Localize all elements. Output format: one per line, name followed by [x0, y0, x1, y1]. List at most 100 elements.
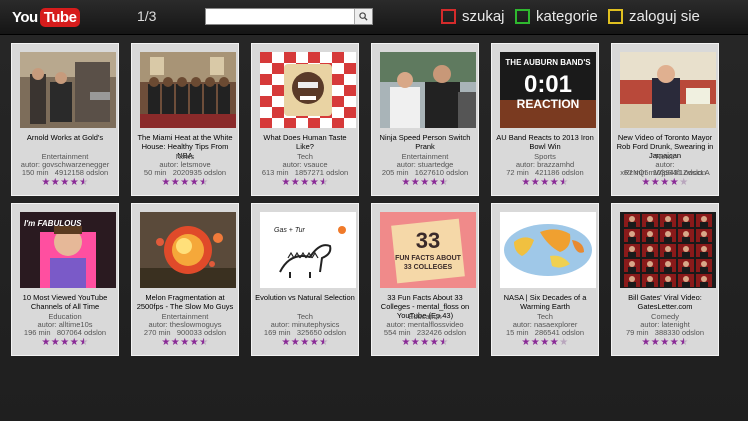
- video-duration: 72: [506, 168, 515, 177]
- video-thumbnail[interactable]: I'm FABULOUS: [20, 212, 116, 288]
- logo-tube: Tube: [39, 7, 81, 27]
- rating-stars: ★★★★★★: [41, 177, 89, 188]
- video-views: 286541: [534, 328, 560, 337]
- video-thumbnail[interactable]: THE AUBURN BAND'S 0:01 REACTION: [500, 52, 596, 128]
- yellow-key-icon: [608, 9, 623, 24]
- video-views: 807064: [56, 328, 82, 337]
- page-indicator: 1/3: [137, 8, 157, 24]
- rating-stars: ★★★★★: [641, 177, 689, 188]
- video-card[interactable]: What Does Human Taste Like? Tech autor: …: [251, 43, 359, 196]
- rating-stars: ★★★★★★: [161, 337, 209, 348]
- duration-unit: min: [36, 328, 51, 337]
- duration-unit: min: [274, 168, 289, 177]
- menu-search[interactable]: szukaj: [441, 8, 505, 25]
- video-thumbnail[interactable]: [260, 52, 356, 128]
- rating-stars: ★★★★★★: [401, 177, 449, 188]
- views-unit: odslon: [201, 168, 227, 177]
- video-meta: 169 min 325650 odslon: [252, 329, 358, 337]
- video-title[interactable]: AU Band Reacts to 2013 Iron Bowl Win: [495, 133, 595, 151]
- video-card[interactable]: New Video of Toronto Mayor Rob Ford Drun…: [611, 43, 719, 196]
- video-duration: 196: [23, 328, 37, 337]
- video-meta: 554 min 232426 odslon: [372, 329, 478, 337]
- duration-unit: min: [632, 168, 647, 177]
- video-thumbnail[interactable]: [500, 212, 596, 288]
- video-thumbnail[interactable]: [140, 212, 236, 288]
- video-thumbnail[interactable]: [380, 52, 476, 128]
- views-unit: odslon: [81, 328, 107, 337]
- video-duration: 50: [143, 168, 153, 177]
- video-views: 1627610: [414, 168, 444, 177]
- video-meta: 270 min 900033 odslon: [132, 329, 238, 337]
- video-thumbnail[interactable]: 33 FUN FACTS ABOUT 33 COLLEGES: [380, 212, 476, 288]
- video-views: 421186: [535, 168, 560, 177]
- video-title[interactable]: Ninja Speed Person Switch Prank: [375, 133, 475, 151]
- views-unit: odslon: [441, 328, 467, 337]
- video-duration: 150: [21, 168, 35, 177]
- search-button[interactable]: [354, 9, 372, 24]
- video-duration: 169: [263, 328, 277, 337]
- video-card[interactable]: Melon Fragmentation at 2500fps - The Slo…: [131, 203, 239, 356]
- svg-text:THE AUBURN BAND'S: THE AUBURN BAND'S: [505, 58, 591, 67]
- video-views: 325650: [296, 328, 322, 337]
- duration-unit: min: [514, 328, 529, 337]
- rating-stars: ★★★★★★: [281, 177, 329, 188]
- duration-unit: min: [152, 168, 167, 177]
- video-title[interactable]: Melon Fragmentation at 2500fps - The Slo…: [135, 293, 235, 311]
- video-title[interactable]: 33 Fun Facts About 33 Colleges - mental_…: [375, 293, 475, 320]
- video-title[interactable]: The Miami Heat at the White House: Healt…: [135, 133, 235, 160]
- video-card[interactable]: I'm FABULOUS 10 Most Viewed YouTube Chan…: [11, 203, 119, 356]
- video-card[interactable]: Bill Gates' Viral Video: GatesLetter.com…: [611, 203, 719, 356]
- video-meta: 67 min 1039431 odslon: [612, 169, 718, 177]
- svg-text:FUN FACTS ABOUT: FUN FACTS ABOUT: [395, 255, 462, 262]
- video-meta: 205 min 1627610 odslon: [372, 169, 478, 177]
- top-bar: You Tube 1/3 szukaj kategorie zaloguj si…: [0, 0, 748, 35]
- video-thumbnail[interactable]: [140, 52, 236, 128]
- video-card[interactable]: NASA | Six Decades of a Warming Earth Te…: [491, 203, 599, 356]
- rating-stars: ★★★★★★: [521, 177, 569, 188]
- views-unit: odslon: [443, 168, 469, 177]
- search-input[interactable]: [206, 11, 358, 27]
- video-thumbnail[interactable]: [620, 52, 716, 128]
- video-duration: 613: [261, 168, 275, 177]
- video-title[interactable]: New Video of Toronto Mayor Rob Ford Drun…: [615, 133, 715, 160]
- video-card[interactable]: 33 FUN FACTS ABOUT 33 COLLEGES 33 Fun Fact…: [371, 203, 479, 356]
- video-card[interactable]: THE AUBURN BAND'S 0:01 REACTION AU Band Re…: [491, 43, 599, 196]
- rating-stars: ★★★★★★: [401, 337, 449, 348]
- green-key-icon: [515, 9, 530, 24]
- video-thumbnail[interactable]: [20, 52, 116, 128]
- video-meta: 196 min 807064 odslon: [12, 329, 118, 337]
- menu-login-label: zaloguj sie: [629, 8, 700, 25]
- views-unit: odslon: [559, 328, 584, 337]
- video-title[interactable]: Bill Gates' Viral Video: GatesLetter.com: [615, 293, 715, 311]
- video-title[interactable]: Arnold Works at Gold's: [15, 133, 115, 151]
- video-title[interactable]: 10 Most Viewed YouTube Channels of All T…: [15, 293, 115, 311]
- duration-unit: min: [394, 168, 409, 177]
- video-title[interactable]: What Does Human Taste Like?: [255, 133, 355, 151]
- views-unit: odslon: [83, 168, 109, 177]
- views-unit: odslon: [559, 168, 584, 177]
- red-key-icon: [441, 9, 456, 24]
- menu-login[interactable]: zaloguj sie: [608, 8, 700, 25]
- video-thumbnail[interactable]: Gas + Tur: [260, 212, 356, 288]
- video-title[interactable]: Evolution vs Natural Selection: [255, 293, 355, 311]
- svg-text:REACTION: REACTION: [517, 97, 580, 111]
- video-card[interactable]: The Miami Heat at the White House: Healt…: [131, 43, 239, 196]
- rating-stars: ★★★★★: [521, 337, 569, 348]
- youtube-logo[interactable]: You Tube: [12, 6, 81, 28]
- video-meta: 72 min 421186 odslon: [492, 169, 598, 177]
- video-meta: 613 min 1857271 odslon: [252, 169, 358, 177]
- video-card[interactable]: Arnold Works at Gold's Entertainment aut…: [11, 43, 119, 196]
- video-duration: 270: [143, 328, 157, 337]
- views-unit: odslon: [681, 168, 707, 177]
- menu-categories[interactable]: kategorie: [515, 8, 598, 25]
- video-thumbnail[interactable]: [620, 212, 716, 288]
- views-unit: odslon: [679, 328, 704, 337]
- video-card[interactable]: Gas + Tur Evolution vs Natural Selection…: [251, 203, 359, 356]
- video-card[interactable]: Ninja Speed Person Switch Prank Entertai…: [371, 43, 479, 196]
- video-views: 388330: [654, 328, 680, 337]
- video-meta: 79 min 388330 odslon: [612, 329, 718, 337]
- duration-unit: min: [634, 328, 649, 337]
- logo-you: You: [12, 8, 38, 26]
- video-title[interactable]: NASA | Six Decades of a Warming Earth: [495, 293, 595, 311]
- rating-stars: ★★★★★★: [281, 337, 329, 348]
